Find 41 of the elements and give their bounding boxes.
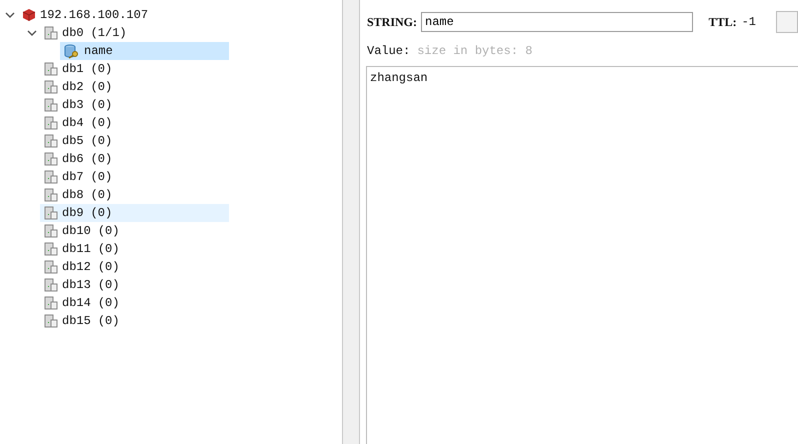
database-item[interactable]: db2 (0)	[26, 78, 229, 96]
database-item[interactable]: db14 (0)	[26, 294, 229, 312]
cube-icon	[22, 8, 36, 22]
value-label: Value:	[367, 44, 410, 58]
database-item[interactable]: db0 (1/1)	[26, 24, 229, 42]
server-icon	[44, 242, 58, 256]
ttl-label: TTL:	[708, 14, 737, 30]
database-item[interactable]: db6 (0)	[26, 150, 229, 168]
database-item[interactable]: db5 (0)	[26, 132, 229, 150]
server-icon	[44, 206, 58, 220]
server-icon	[44, 134, 58, 148]
database-item[interactable]: db8 (0)	[26, 186, 229, 204]
ttl-value: -1	[742, 15, 756, 29]
value-size-hint: size in bytes: 8	[417, 44, 532, 58]
server-icon	[44, 80, 58, 94]
database-item[interactable]: db10 (0)	[26, 222, 229, 240]
database-item[interactable]: db11 (0)	[26, 240, 229, 258]
database-item[interactable]: db4 (0)	[26, 114, 229, 132]
database-item[interactable]: db12 (0)	[26, 258, 229, 276]
server-icon	[44, 224, 58, 238]
server-icon	[44, 62, 58, 76]
server-icon	[44, 188, 58, 202]
server-icon	[44, 170, 58, 184]
server-icon	[44, 296, 58, 310]
database-key-icon	[64, 44, 80, 58]
server-icon	[44, 116, 58, 130]
server-icon	[44, 278, 58, 292]
type-label: STRING:	[367, 14, 418, 30]
value-editor[interactable]: zhangsan	[366, 66, 798, 444]
server-icon	[44, 152, 58, 166]
server-icon	[44, 26, 58, 40]
database-item[interactable]: db13 (0)	[26, 276, 229, 294]
database-item[interactable]: db7 (0)	[26, 168, 229, 186]
database-item[interactable]: db1 (0)	[26, 60, 229, 78]
server-icon	[44, 98, 58, 112]
server-icon	[44, 314, 58, 328]
key-field[interactable]: name	[421, 12, 693, 32]
server-label[interactable]: 192.168.100.107	[40, 8, 148, 22]
database-item[interactable]: db3 (0)	[26, 96, 229, 114]
database-item[interactable]: db15 (0)	[26, 312, 229, 330]
server-icon	[44, 260, 58, 274]
